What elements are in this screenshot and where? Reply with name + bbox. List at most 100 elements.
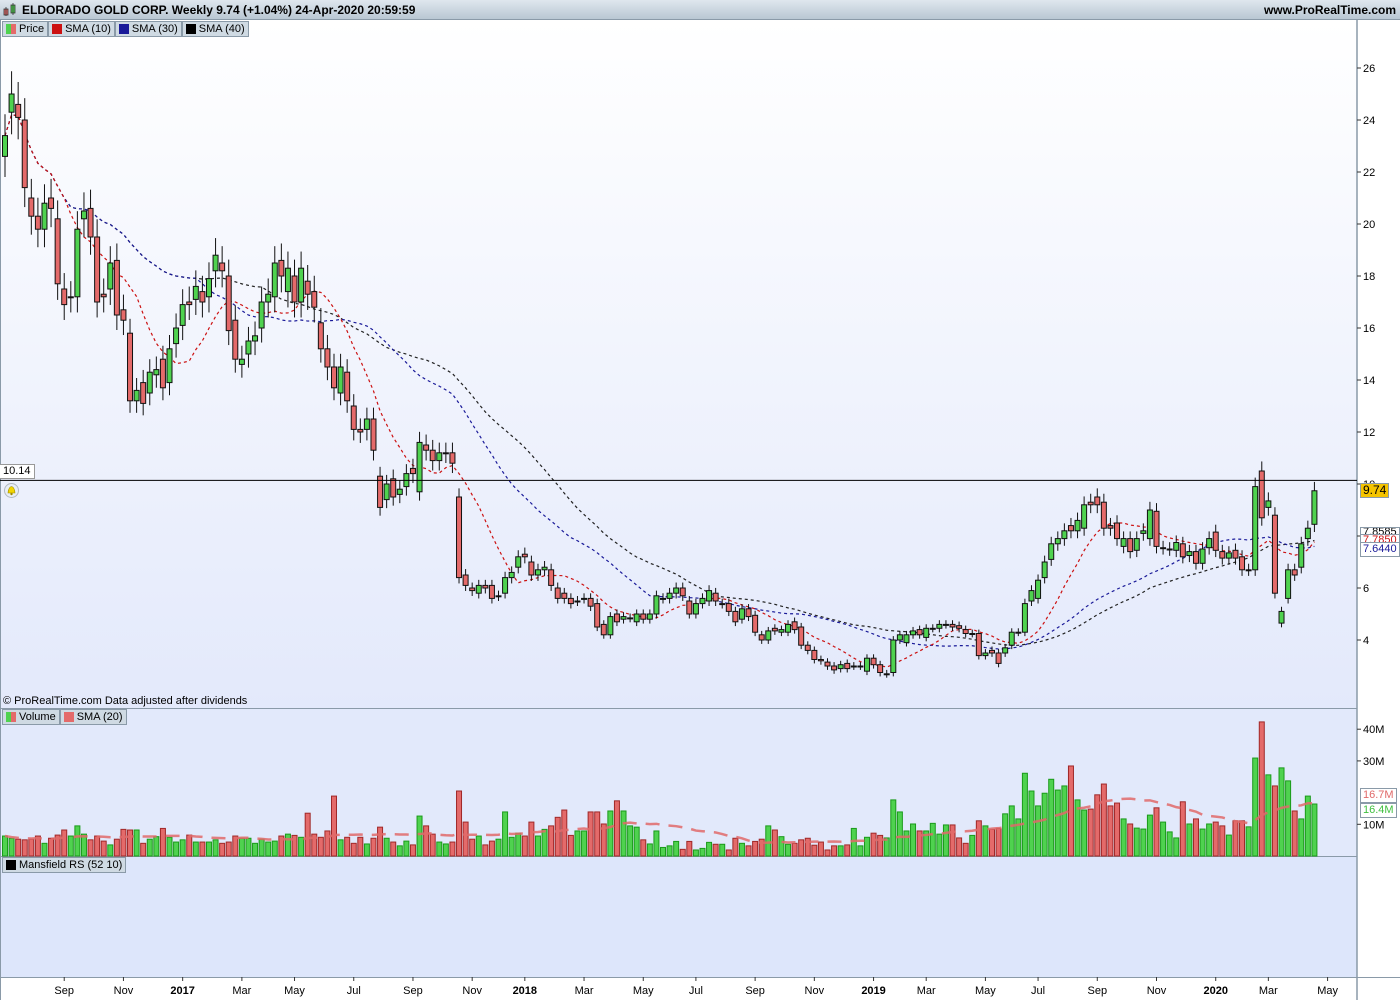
title-bar: ELDORADO GOLD CORP. Weekly 9.74 (+1.04%)…: [0, 0, 1400, 20]
chart-title: ELDORADO GOLD CORP. Weekly 9.74 (+1.04%)…: [22, 3, 416, 17]
volume-bar: [159, 827, 166, 857]
volume-bar: [449, 841, 456, 857]
volume-bar: [942, 824, 949, 857]
volume-bar: [252, 842, 259, 857]
volume-bar: [613, 800, 620, 857]
candle-body: [225, 275, 232, 332]
volume-bar: [692, 849, 699, 857]
volume-tick-label: 10M: [1363, 819, 1384, 831]
volume-bar: [482, 844, 489, 857]
candle: [890, 636, 897, 677]
volume-bar: [423, 825, 430, 857]
volume-bar: [41, 842, 48, 857]
candle-body: [679, 587, 686, 597]
volume-bar: [627, 825, 634, 857]
legend-mansfield-rs[interactable]: Mansfield RS (52 10): [2, 857, 127, 873]
volume-bar: [640, 839, 647, 857]
candle-body: [1146, 509, 1153, 540]
volume-bar: [975, 820, 982, 857]
candle-body: [863, 657, 870, 672]
price-tick-label: 14: [1363, 375, 1375, 387]
candle: [1258, 461, 1265, 526]
volume-bar: [442, 843, 449, 857]
legend-sma40[interactable]: SMA (40): [181, 21, 249, 37]
candle-body: [166, 348, 173, 384]
candle-body: [271, 262, 278, 298]
volume-bar: [594, 811, 601, 857]
price-panel[interactable]: [0, 20, 1357, 708]
candle-body: [1173, 542, 1180, 551]
volume-bar: [1120, 818, 1127, 857]
volume-bar: [127, 829, 134, 857]
volume-bar: [673, 840, 680, 857]
candle-body: [1107, 525, 1114, 529]
candle-body: [1041, 561, 1048, 579]
volume-bar: [910, 823, 917, 857]
time-tick-label: 2018: [513, 985, 537, 997]
candle-body: [304, 280, 311, 295]
volume-bar: [798, 839, 805, 857]
candle-body: [127, 332, 134, 402]
time-tick-label: Sep: [403, 985, 423, 997]
price-legend: Price SMA (10) SMA (30) SMA (40): [2, 21, 249, 37]
volume-bar: [1291, 810, 1298, 857]
candle-body: [317, 322, 324, 350]
legend-price[interactable]: Price: [2, 21, 49, 37]
candle-body: [627, 617, 634, 620]
time-tick-label: 2017: [170, 985, 194, 997]
candle-body: [574, 600, 581, 603]
volume-bar: [1146, 814, 1153, 857]
legend-sma30[interactable]: SMA (30): [114, 21, 182, 37]
candle-body: [719, 603, 726, 606]
candle-body: [791, 621, 798, 631]
volume-bar: [173, 841, 180, 857]
site-link[interactable]: www.ProRealTime.com: [1264, 3, 1396, 17]
legend-volume-sma20[interactable]: SMA (20): [59, 709, 127, 725]
legend-sma10[interactable]: SMA (10): [48, 21, 115, 37]
volume-bar: [469, 838, 476, 857]
candle-body: [1291, 569, 1298, 576]
candle-body: [521, 553, 528, 558]
mansfield-rs-panel[interactable]: [0, 857, 1357, 977]
bell-alert-icon[interactable]: [4, 483, 19, 498]
volume-bar: [377, 826, 384, 857]
volume-bar: [284, 833, 291, 857]
candle-body: [640, 613, 647, 620]
candle-body: [456, 496, 463, 579]
candle-body: [442, 452, 449, 455]
volume-bar: [1219, 825, 1226, 857]
volume-bar: [225, 841, 232, 857]
candle-body: [153, 369, 160, 376]
volume-panel[interactable]: [0, 709, 1357, 856]
candle-body: [238, 358, 245, 365]
candle-body: [1054, 538, 1061, 545]
candle-body: [205, 278, 212, 298]
chart-area[interactable]: 46810121416182022242610M30M40MSepNov2017…: [0, 20, 1400, 1000]
candle-body: [15, 103, 22, 118]
candle-body: [778, 629, 785, 633]
volume-bar: [396, 845, 403, 857]
candle-body: [554, 587, 561, 599]
volume-bar: [298, 836, 305, 857]
candle-body: [660, 597, 666, 600]
candle-body: [712, 592, 719, 602]
candle-body: [581, 597, 588, 600]
legend-volume[interactable]: Volume: [2, 709, 60, 725]
candle-body: [357, 428, 364, 433]
price-axis[interactable]: [1357, 20, 1400, 977]
volume-bar: [133, 829, 140, 857]
volume-bar: [752, 840, 759, 857]
volume-bar: [785, 843, 792, 857]
candle-body: [1008, 631, 1015, 646]
candle-body: [1087, 501, 1094, 506]
volume-bar: [653, 830, 660, 857]
volume-bar: [791, 842, 798, 857]
volume-bar: [548, 825, 555, 857]
candle-body: [673, 587, 680, 594]
candle-body: [548, 569, 555, 586]
candle-body: [1061, 530, 1068, 540]
candle: [416, 431, 423, 501]
candle-body: [686, 600, 693, 615]
candle-body: [462, 574, 469, 586]
candle-body: [252, 335, 259, 342]
